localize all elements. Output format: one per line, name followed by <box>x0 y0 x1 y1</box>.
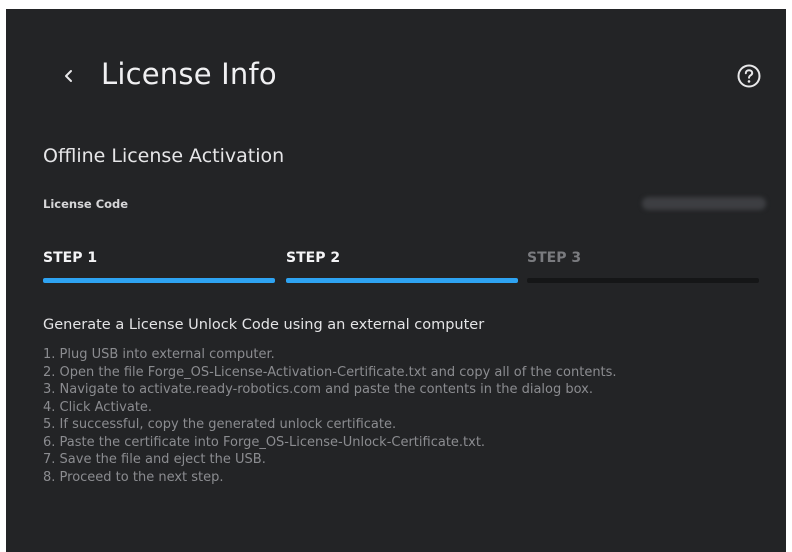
section-title: Offline License Activation <box>43 145 285 167</box>
license-info-panel: License Info Offline License Activation … <box>6 9 786 552</box>
step-1-progress-bar <box>43 278 275 283</box>
instructions-list: 1. Plug USB into external computer. 2. O… <box>43 346 617 486</box>
step-3-tab[interactable]: STEP 3 <box>527 245 759 285</box>
help-button[interactable] <box>734 61 764 91</box>
step-3-progress-bar <box>527 278 759 283</box>
instruction-item: 6. Paste the certificate into Forge_OS-L… <box>43 434 486 450</box>
instruction-item: 5. If successful, copy the generated unl… <box>43 417 397 432</box>
back-button[interactable] <box>58 65 80 87</box>
instruction-item: 8. Proceed to the next step. <box>43 469 224 485</box>
license-code-value-redacted <box>642 197 766 210</box>
step-1-label: STEP 1 <box>43 250 98 266</box>
instruction-item: 2. Open the file Forge_OS-License-Activa… <box>43 364 617 380</box>
step-3-label: STEP 3 <box>527 250 582 266</box>
page-title: License Info <box>101 57 277 91</box>
stepper: STEP 1 STEP 2 STEP 3 <box>43 245 759 285</box>
step-1-tab[interactable]: STEP 1 <box>43 245 275 285</box>
step-2-tab[interactable]: STEP 2 <box>286 245 518 285</box>
chevron-left-icon <box>65 70 72 82</box>
question-circle-icon <box>737 64 761 88</box>
step-2-progress-bar <box>286 278 518 283</box>
step-2-label: STEP 2 <box>286 250 341 266</box>
instruction-item: 3. Navigate to activate.ready-robotics.c… <box>43 382 593 397</box>
instruction-item: 7. Save the file and eject the USB. <box>43 452 266 467</box>
license-code-label: License Code <box>43 197 129 211</box>
header: License Info <box>6 9 786 139</box>
instruction-item: 1. Plug USB into external computer. <box>43 347 275 362</box>
instructions-title: Generate a License Unlock Code using an … <box>43 317 485 333</box>
instruction-item: 4. Click Activate. <box>43 399 153 415</box>
